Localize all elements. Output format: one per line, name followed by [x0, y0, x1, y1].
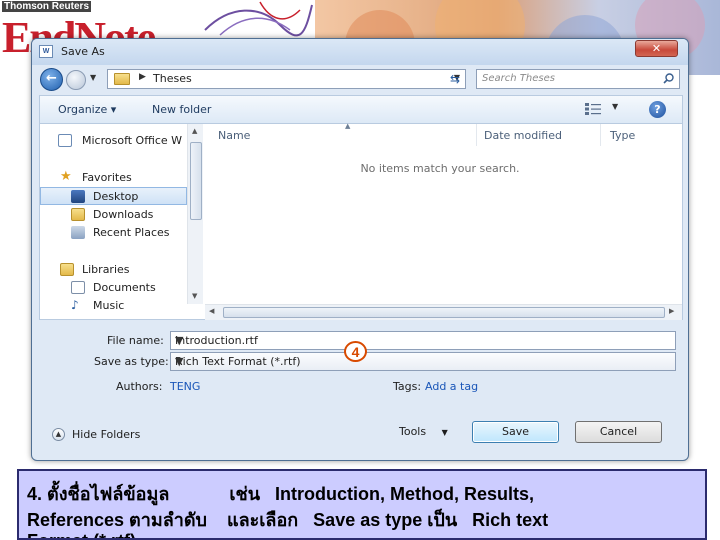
file-name-field[interactable]: Introduction.rtf ▼ [170, 331, 676, 350]
libraries-icon [60, 263, 74, 276]
close-button[interactable]: ✕ [635, 40, 678, 57]
company-name: Thomson Reuters [2, 1, 92, 12]
save-as-type-label: Save as type: [94, 355, 169, 368]
address-bar[interactable]: ▶ Theses ▼ [107, 69, 466, 89]
nav-item-label: Recent Places [93, 226, 170, 239]
nav-item-downloads[interactable]: Downloads [40, 206, 187, 224]
breadcrumb-separator-icon[interactable]: ▶ [139, 72, 146, 82]
forward-arrow-icon[interactable] [66, 70, 86, 90]
nav-item-label: Microsoft Office W [82, 134, 183, 147]
search-icon[interactable] [663, 73, 674, 84]
nav-item-music[interactable]: ♪ Music [40, 297, 187, 312]
desktop-icon [71, 190, 85, 203]
dialog-title: Save As [61, 45, 105, 58]
word-icon [58, 134, 72, 147]
caption-line-2: References ตามลำดับ และเลือก Save as typ… [27, 510, 549, 530]
folder-icon [114, 73, 130, 85]
instruction-caption: 4. ตั้งชื่อไฟล์ข้อมูล เช่น Introduction,… [17, 469, 707, 540]
tools-menu-button[interactable]: Tools ▼ [399, 425, 448, 438]
logo-swirl-graphic [204, 1, 313, 37]
save-button[interactable]: Save [472, 421, 559, 443]
help-icon[interactable]: ? [649, 101, 666, 118]
save-as-dialog: W Save As ✕ ← ▼ ▶ Theses ▼ ⇆ Search Thes… [31, 38, 689, 461]
save-as-type-dropdown-icon[interactable]: ▼ [175, 355, 670, 368]
browser-content: Microsoft Office W ★ Favorites Desktop D… [39, 122, 683, 320]
downloads-icon [71, 208, 85, 221]
address-row: ← ▼ ▶ Theses ▼ ⇆ Search Theses [32, 65, 688, 93]
file-list-horizontal-scrollbar[interactable]: ◀ ▶ [205, 304, 682, 320]
star-icon: ★ [60, 169, 72, 184]
nav-item-label: Documents [93, 281, 156, 294]
file-list-pane: ▲ Name Date modified Type No items match… [205, 122, 682, 304]
save-as-type-select[interactable]: Rich Text Format (*.rtf) ▼ [170, 352, 676, 371]
nav-item-label: Music [93, 299, 125, 312]
nav-item-label: Desktop [93, 190, 139, 203]
scrollbar-thumb[interactable] [190, 142, 202, 220]
column-header-type[interactable]: Type [601, 124, 679, 146]
scroll-right-icon[interactable]: ▶ [669, 307, 674, 315]
column-header-name[interactable]: Name [205, 124, 477, 146]
tags-field[interactable]: Add a tag [425, 380, 478, 393]
navigation-pane: Microsoft Office W ★ Favorites Desktop D… [40, 124, 203, 312]
view-options-dropdown-icon[interactable]: ▼ [612, 102, 618, 111]
nav-item-microsoft-office-word[interactable]: Microsoft Office W [40, 132, 187, 150]
nav-item-documents[interactable]: Documents [40, 279, 187, 297]
tags-label: Tags: [393, 380, 422, 393]
nav-item-label: Downloads [93, 208, 154, 221]
column-header-label: Name [218, 129, 251, 142]
file-name-dropdown-icon[interactable]: ▼ [175, 334, 670, 347]
nav-item-label: Libraries [82, 263, 130, 276]
column-header-date-modified[interactable]: Date modified [477, 124, 601, 146]
back-arrow-icon[interactable]: ← [40, 68, 63, 91]
empty-folder-message: No items match your search. [360, 162, 520, 175]
scroll-left-icon[interactable]: ◀ [209, 307, 214, 315]
breadcrumb-theses[interactable]: Theses [153, 72, 192, 85]
scroll-up-icon[interactable]: ▲ [192, 127, 197, 135]
music-icon: ♪ [71, 298, 79, 312]
dialog-titlebar: W Save As ✕ [32, 39, 688, 65]
step-number-badge: 4 [344, 341, 367, 362]
search-placeholder: Search Theses [482, 73, 555, 84]
scroll-down-icon[interactable]: ▼ [192, 292, 197, 300]
nav-item-desktop[interactable]: Desktop [40, 187, 187, 205]
collapse-chevron-icon: ▲ [52, 428, 65, 441]
search-input[interactable]: Search Theses [476, 69, 680, 89]
endnote-doc-icon: W [39, 45, 53, 58]
nav-item-label: Favorites [82, 171, 132, 184]
column-header-label: Date modified [484, 129, 562, 142]
documents-icon [71, 281, 85, 294]
cancel-button[interactable]: Cancel [575, 421, 662, 443]
organize-menu-button[interactable]: Organize ▾ [58, 103, 116, 116]
recent-locations-dropdown-icon[interactable]: ▼ [90, 73, 96, 82]
tools-label: Tools [399, 425, 427, 438]
refresh-icon[interactable]: ⇆ [444, 69, 466, 89]
hide-folders-label: Hide Folders [72, 428, 141, 441]
authors-field[interactable]: TENG [170, 380, 200, 393]
nav-item-recent-places[interactable]: Recent Places [40, 224, 187, 242]
file-name-label: File name: [107, 334, 164, 347]
scrollbar-thumb[interactable] [223, 307, 665, 318]
nav-item-favorites[interactable]: ★ Favorites [40, 169, 187, 187]
caption-line-1: 4. ตั้งชื่อไฟล์ข้อมูล เช่น Introduction,… [27, 484, 535, 504]
nav-item-libraries[interactable]: Libraries [40, 261, 187, 279]
authors-label: Authors: [116, 380, 163, 393]
recent-places-icon [71, 226, 85, 239]
change-view-icon[interactable] [585, 103, 603, 115]
new-folder-button[interactable]: New folder [152, 103, 211, 116]
command-toolbar: Organize ▾ New folder ▼ ? [39, 95, 683, 123]
caption-line-3: Format (*.rtf) [27, 531, 136, 538]
tools-dropdown-icon: ▼ [441, 428, 448, 437]
navigation-pane-scrollbar[interactable]: ▲ ▼ [187, 124, 203, 304]
column-header-label: Type [610, 129, 636, 142]
